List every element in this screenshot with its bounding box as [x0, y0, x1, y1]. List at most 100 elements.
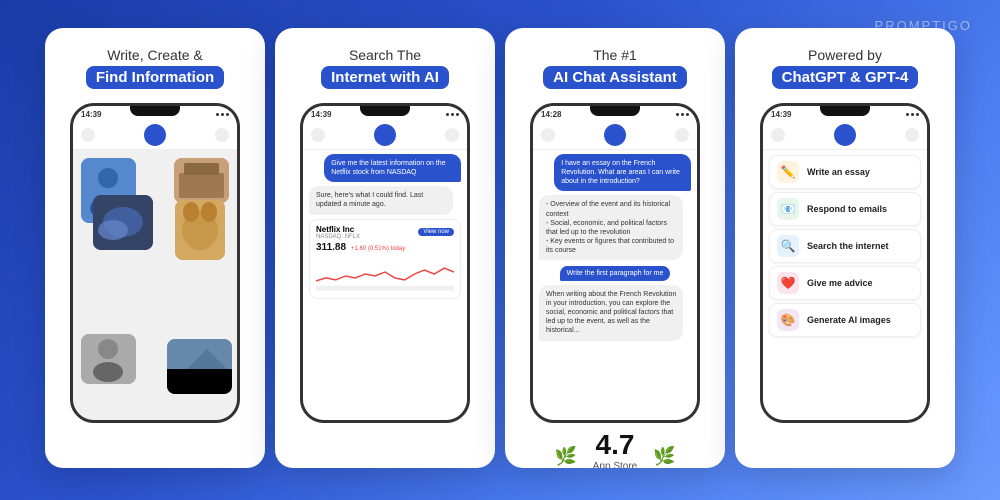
- feature-label-2: Search the internet: [807, 241, 889, 251]
- phone-notch-2: [360, 106, 410, 116]
- panel-2-pretitle: Search The: [289, 46, 481, 64]
- signal-12: [916, 113, 919, 116]
- bot-points-3: - Overview of the event and its historic…: [539, 195, 683, 260]
- gallery-img-6: [167, 339, 232, 394]
- landscape-img: [167, 339, 232, 394]
- abstract-img: [93, 195, 153, 250]
- app-logo-4: [834, 124, 856, 146]
- settings-icon-3: [675, 128, 689, 142]
- stock-header: Netflix Inc NASDAQ: NFLX View now: [316, 225, 454, 240]
- panel-4-pretitle: Powered by: [749, 46, 941, 64]
- signal-3: [226, 113, 229, 116]
- laurel-left: 🌿: [555, 446, 577, 467]
- gallery-content: [73, 150, 237, 420]
- signal-5: [451, 113, 454, 116]
- stock-card: Netflix Inc NASDAQ: NFLX View now 311.88…: [309, 219, 461, 299]
- feature-icon-3: ❤️: [777, 272, 799, 294]
- panel-4-header: Powered by ChatGPT & GPT-4: [735, 28, 955, 99]
- woman-img: [81, 334, 136, 384]
- rating-info: 4.7 App Store average rating: [583, 429, 647, 468]
- write-paragraph-btn[interactable]: Write the first paragraph for me: [560, 266, 671, 281]
- signal-2: [221, 113, 224, 116]
- stock-price-row: 311.88 +1.60 (0.51%) today: [316, 242, 454, 253]
- feature-icon-0: ✏️: [777, 161, 799, 183]
- bot-message-3: When writing about the French Revolution…: [539, 285, 683, 340]
- stock-chart: [316, 256, 454, 291]
- panel-3-pretitle: The #1: [519, 46, 711, 64]
- panel-3-highlight: AI Chat Assistant: [543, 66, 687, 89]
- panel-4-phone: 14:39 ✏️ Write an essay 📧 Respond to emails…: [760, 103, 930, 423]
- panel-3-header: The #1 AI Chat Assistant: [505, 28, 725, 99]
- settings-icon-2: [445, 128, 459, 142]
- gallery-img-4: [175, 200, 225, 260]
- settings-icon-4: [905, 128, 919, 142]
- time-3: 14:28: [541, 110, 561, 119]
- app-logo-1: [144, 124, 166, 146]
- share-icon-3: [541, 128, 555, 142]
- panel-2-phone: 14:39 Give me the latest information on …: [300, 103, 470, 423]
- gallery-img-2: [174, 158, 229, 203]
- rating-score: 4.7: [583, 429, 647, 461]
- app-bar-2: [303, 121, 467, 150]
- status-icons-3: [676, 113, 689, 116]
- panel-1-header: Write, Create & Find Information: [45, 28, 265, 99]
- feature-label-4: Generate AI images: [807, 315, 891, 325]
- panel-1-pretitle: Write, Create &: [59, 46, 251, 64]
- signal-7: [676, 113, 679, 116]
- feature-item-2: 🔍 Search the internet: [769, 229, 921, 263]
- signal-1: [216, 113, 219, 116]
- bot-message-2: Sure, here's what I could find. Last upd…: [309, 186, 453, 214]
- time-4: 14:39: [771, 110, 791, 119]
- time-1: 14:39: [81, 110, 101, 119]
- feature-item-0: ✏️ Write an essay: [769, 155, 921, 189]
- view-button[interactable]: View now: [418, 228, 454, 236]
- feature-icon-2: 🔍: [777, 235, 799, 257]
- gallery-img-5: [81, 334, 136, 384]
- ai-chat-content: I have an essay on the French Revolution…: [533, 150, 697, 420]
- stock-info: Netflix Inc NASDAQ: NFLX: [316, 225, 360, 240]
- signal-4: [446, 113, 449, 116]
- app-bar-3: [533, 121, 697, 150]
- panel-3-phone: 14:28 I have an essay on the French Revo…: [530, 103, 700, 423]
- panel-2-header: Search The Internet with AI: [275, 28, 495, 99]
- rating-label: App Store average rating: [583, 461, 647, 468]
- user-message-2: Give me the latest information on the Ne…: [324, 154, 461, 182]
- cafe-img: [174, 158, 229, 203]
- feature-label-0: Write an essay: [807, 167, 870, 177]
- app-logo-2: [374, 124, 396, 146]
- phone-notch-4: [820, 106, 870, 116]
- panel-3: The #1 AI Chat Assistant 14:28: [505, 28, 725, 468]
- time-2: 14:39: [311, 110, 331, 119]
- stock-change: +1.60 (0.51%) today: [351, 246, 405, 252]
- rating-badge: 🌿 4.7 App Store average rating 🌿 ★ ★ ★ ★…: [545, 429, 686, 468]
- features-content: ✏️ Write an essay 📧 Respond to emails 🔍 Searc…: [763, 150, 927, 420]
- signal-6: [456, 113, 459, 116]
- panel-2: Search The Internet with AI 14:39: [275, 28, 495, 468]
- phone-notch-1: [130, 106, 180, 116]
- feature-icon-4: 🎨: [777, 309, 799, 331]
- share-icon-1: [81, 128, 95, 142]
- signal-11: [911, 113, 914, 116]
- feature-item-3: ❤️Give me advice: [769, 266, 921, 300]
- phone-notch-3: [590, 106, 640, 116]
- panel-2-highlight: Internet with AI: [321, 66, 449, 89]
- phone-screen-4: 14:39 ✏️ Write an essay 📧 Respond to emails…: [763, 106, 927, 420]
- panel-1: Write, Create & Find Information 14:39: [45, 28, 265, 468]
- status-icons-4: [906, 113, 919, 116]
- feature-label-1: Respond to emails: [807, 204, 887, 214]
- panel-1-phone: 14:39: [70, 103, 240, 423]
- phone-screen-3: 14:28 I have an essay on the French Revo…: [533, 106, 697, 420]
- phone-screen-1: 14:39: [73, 106, 237, 420]
- chat-content-2: Give me the latest information on the Ne…: [303, 150, 467, 420]
- dog-img: [175, 200, 225, 260]
- share-icon-4: [771, 128, 785, 142]
- app-logo-3: [604, 124, 626, 146]
- status-icons-1: [216, 113, 229, 116]
- settings-icon-1: [215, 128, 229, 142]
- stock-price: 311.88: [316, 242, 346, 253]
- signal-9: [686, 113, 689, 116]
- gallery-img-3: [93, 195, 153, 250]
- app-bar-1: [73, 121, 237, 150]
- feature-item-1: 📧 Respond to emails: [769, 192, 921, 226]
- feature-icon-1: 📧: [777, 198, 799, 220]
